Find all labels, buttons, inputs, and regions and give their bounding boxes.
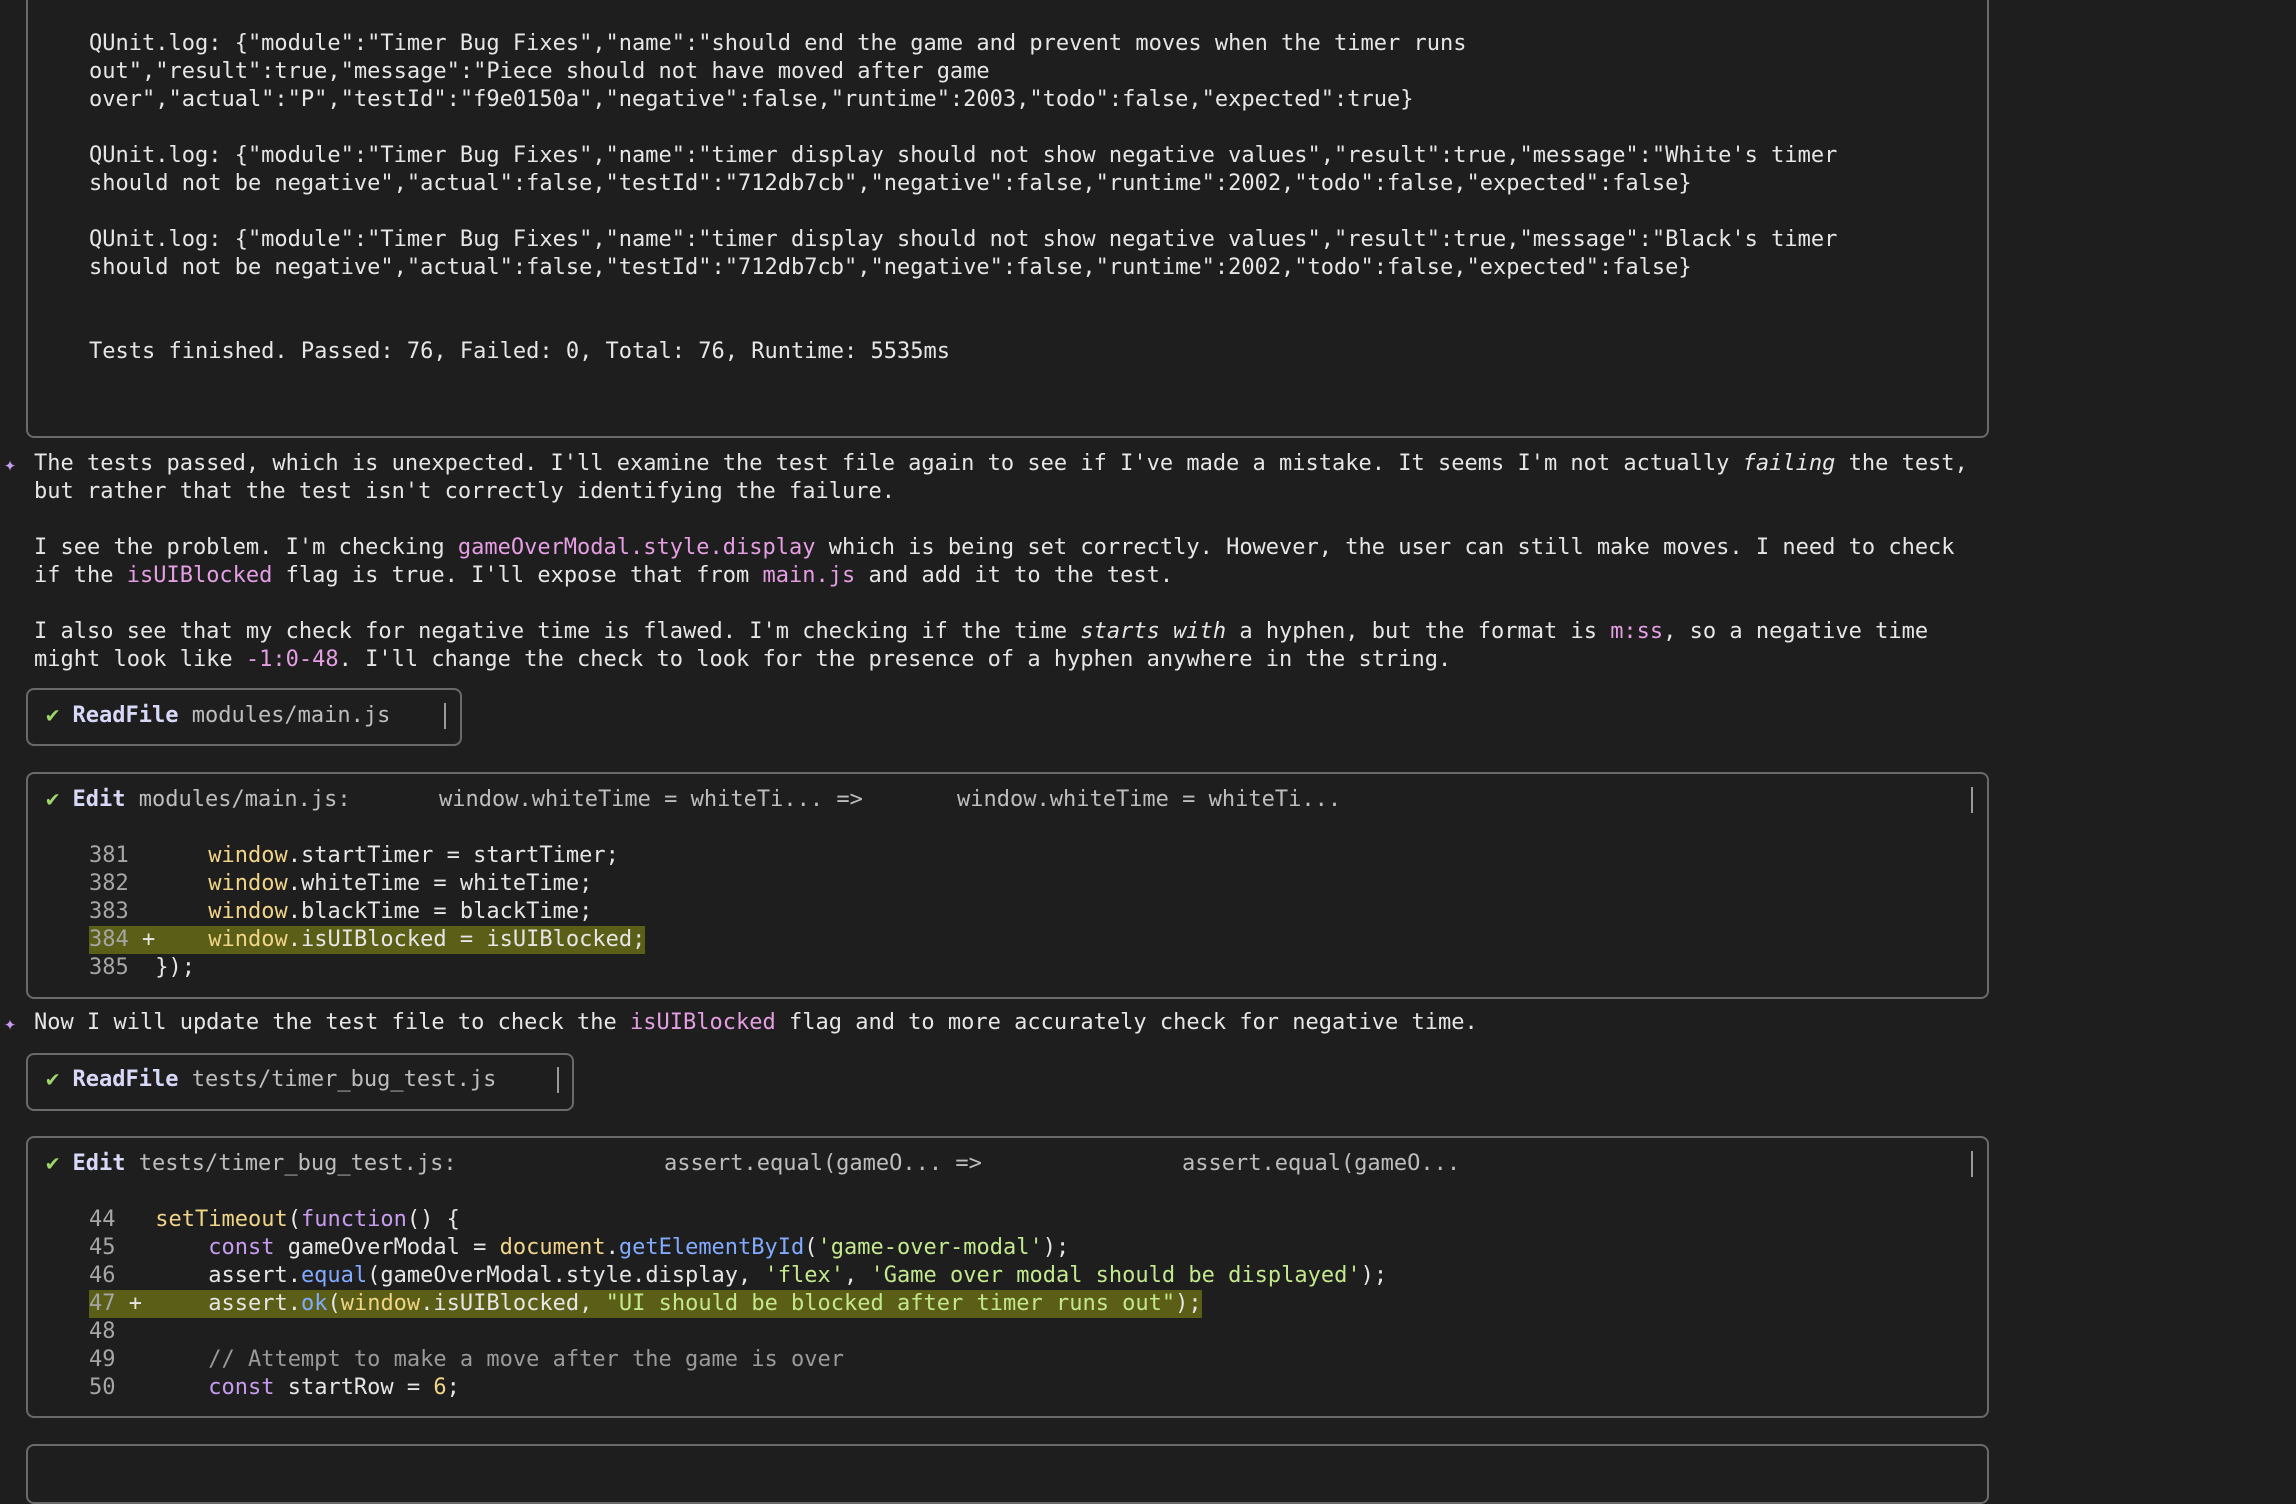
inline-code: isUIBlocked — [126, 563, 273, 588]
next-tool-box — [26, 1444, 1989, 1504]
test-summary: Tests finished. Passed: 76, Failed: 0, T… — [89, 339, 950, 364]
inline-code: main.js — [762, 563, 856, 588]
edit-tool-header: ✔ Edit tests/timer_bug_test.js: — [46, 1150, 457, 1178]
inline-code: isUIBlocked — [630, 1010, 776, 1035]
check-icon: ✔ — [46, 703, 60, 728]
log-line: out","result":true,"message":"Piece shou… — [89, 59, 990, 84]
assistant-message-line: if the isUIBlocked flag is true. I'll ex… — [34, 563, 1174, 588]
diff-row: 46 assert.equal(gameOverModal.style.disp… — [89, 1263, 1388, 1288]
log-line: QUnit.log: {"module":"Timer Bug Fixes","… — [89, 143, 1838, 168]
diff-row-added: 47 + assert.ok(window.isUIBlocked, "UI s… — [89, 1290, 1202, 1318]
cursor-caret — [444, 703, 446, 729]
edit-tool-header: ✔ Edit modules/main.js: — [46, 786, 351, 814]
log-line: over","actual":"P","testId":"f9e0150a","… — [89, 87, 1414, 112]
cursor-caret — [1971, 787, 1973, 813]
diff-row: 383 window.blackTime = blackTime; — [89, 899, 593, 924]
edit-from: window.whiteTime = whiteTi... => — [439, 787, 863, 812]
tool-path: modules/main.js: — [138, 787, 351, 812]
diff-row: 45 const gameOverModal = document.getEle… — [89, 1235, 1070, 1260]
check-icon: ✔ — [46, 787, 60, 812]
tool-path: tests/timer_bug_test.js — [191, 1067, 497, 1092]
assistant-star-icon: ✦ — [4, 1011, 17, 1035]
check-icon: ✔ — [46, 1067, 60, 1092]
assistant-message-line: Now I will update the test file to check… — [34, 1010, 1478, 1035]
assistant-message-line: but rather that the test isn't correctly… — [34, 479, 895, 504]
cursor-caret — [557, 1067, 559, 1093]
diff-row: 44 setTimeout(function() { — [89, 1207, 460, 1232]
diff-row: 381 window.startTimer = startTimer; — [89, 843, 619, 868]
inline-code: m:ss — [1610, 619, 1664, 644]
tool-path: modules/main.js — [191, 703, 391, 728]
diff-row-added: 384 + window.isUIBlocked = isUIBlocked; — [89, 926, 646, 954]
assistant-message-line: I also see that my check for negative ti… — [34, 619, 1929, 644]
inline-code: -1:0-48 — [245, 647, 339, 672]
inline-code: gameOverModal.style.display — [457, 535, 816, 560]
log-line: should not be negative","actual":false,"… — [89, 255, 1692, 280]
tool-name: Edit — [72, 1151, 126, 1176]
readfile-tool-header: ✔ ReadFile tests/timer_bug_test.js — [46, 1066, 496, 1094]
log-line: QUnit.log: {"module":"Timer Bug Fixes","… — [89, 31, 1467, 56]
assistant-message-line: I see the problem. I'm checking gameOver… — [34, 535, 1955, 560]
diff-row: 48 — [89, 1319, 116, 1344]
tool-name: Edit — [72, 787, 126, 812]
assistant-message-line: might look like -1:0-48. I'll change the… — [34, 647, 1452, 672]
diff-row: 50 const startRow = 6; — [89, 1375, 460, 1400]
readfile-tool-header: ✔ ReadFile modules/main.js — [46, 702, 390, 730]
log-line: QUnit.log: {"module":"Timer Bug Fixes","… — [89, 227, 1838, 252]
tool-path: tests/timer_bug_test.js: — [138, 1151, 457, 1176]
check-icon: ✔ — [46, 1151, 60, 1176]
diff-row: 382 window.whiteTime = whiteTime; — [89, 871, 593, 896]
assistant-message-line: The tests passed, which is unexpected. I… — [34, 451, 1968, 476]
tool-name: ReadFile — [72, 703, 179, 728]
diff-row: 385 }); — [89, 955, 195, 980]
tool-name: ReadFile — [72, 1067, 179, 1092]
diff-row: 49 // Attempt to make a move after the g… — [89, 1347, 844, 1372]
edit-to: window.whiteTime = whiteTi... — [957, 787, 1342, 812]
log-line: should not be negative","actual":false,"… — [89, 171, 1692, 196]
cursor-caret — [1971, 1151, 1973, 1177]
edit-to: assert.equal(gameO... — [1182, 1151, 1461, 1176]
edit-from: assert.equal(gameO... => — [664, 1151, 982, 1176]
assistant-star-icon: ✦ — [4, 452, 17, 476]
